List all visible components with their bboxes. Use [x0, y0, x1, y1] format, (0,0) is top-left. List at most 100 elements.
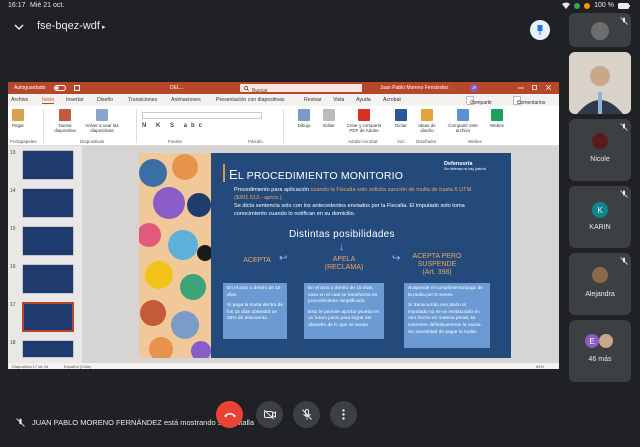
- pin-button[interactable]: [530, 20, 550, 40]
- room-details-arrow[interactable]: ▸: [102, 23, 106, 31]
- mic-toggle-button[interactable]: [293, 401, 320, 428]
- design-ideas-button[interactable]: Ideas de diseño: [416, 109, 438, 133]
- slide-intro: Procedimiento para aplicación cuando la …: [234, 186, 492, 218]
- zoom-level[interactable]: 64%: [536, 364, 544, 369]
- meeting-header: fse-bqez-wdf ▸: [0, 14, 560, 42]
- tab-inicio[interactable]: Inicio: [42, 97, 55, 104]
- arrow-down-icon: ↓: [339, 242, 344, 253]
- ribbon-toolbar: Pegar Nueva diapositiva Volver a usar la…: [8, 106, 559, 146]
- appeal-text-2: Esto le permite aportar prueba en un fut…: [308, 309, 380, 328]
- tab-vista[interactable]: Vista: [333, 97, 344, 103]
- new-slide-label: Nueva diapositiva: [54, 123, 76, 133]
- slide-thumbnail[interactable]: [22, 150, 74, 180]
- comments-button[interactable]: ▭ Comentarios: [513, 95, 545, 106]
- status-date: Mié 21 oct.: [30, 2, 65, 9]
- ppt-user-avatar[interactable]: JP: [470, 84, 478, 92]
- font-name-box[interactable]: [142, 112, 262, 119]
- tab-acrobat[interactable]: Acrobat: [383, 97, 401, 103]
- mic-off-icon: [620, 17, 628, 25]
- reuse-slides-button[interactable]: Volver a usar las diapositivas: [84, 109, 120, 133]
- maximize-icon[interactable]: [532, 85, 537, 90]
- tab-diseno[interactable]: Diseño: [97, 97, 113, 103]
- save-icon[interactable]: [74, 85, 80, 91]
- battery-percent: 100 %: [594, 2, 614, 9]
- phone-hangup-icon: [223, 413, 236, 418]
- more-participants-tile[interactable]: E 46 más: [569, 320, 631, 382]
- document-name[interactable]: DEL...: [170, 85, 184, 91]
- suspend-text-1: Suspende el cumplimiento/pago de la mult…: [408, 286, 483, 298]
- participant-name: Nicole: [590, 156, 610, 163]
- suspend-text-2: Si transcurrido ese plazo el imputado no…: [408, 303, 481, 335]
- slide-thumbnail-selected[interactable]: [22, 302, 74, 332]
- end-call-button[interactable]: [216, 401, 243, 428]
- logo-tagline: Sin defensa no hay justicia: [444, 167, 486, 171]
- tab-transiciones[interactable]: Transiciones: [128, 97, 157, 103]
- new-slide-button[interactable]: Nueva diapositiva: [52, 109, 78, 133]
- participant-avatar: [592, 267, 608, 283]
- close-icon[interactable]: [546, 85, 551, 90]
- group-webex: Webex: [468, 139, 482, 144]
- appeal-text-1: En el acto o dentro de 15 días, caso en …: [308, 286, 378, 305]
- dictate-button[interactable]: Dictar: [392, 109, 410, 128]
- current-slide[interactable]: EL PROCEDIMIENTO MONITORIO Defensoría Si…: [139, 153, 511, 358]
- paste-button[interactable]: Pegar: [10, 109, 26, 128]
- slide-thumbnail[interactable]: [22, 264, 74, 294]
- webex-button[interactable]: Webex: [488, 109, 506, 128]
- accept-box: En el acto o dentro de 15 días. Si paga …: [223, 283, 287, 339]
- slide-thumbnail-pane: 13 14 15 16 17 18: [8, 146, 82, 363]
- share-file-label: Compartir este archivo: [448, 123, 478, 133]
- intro-text: Procedimiento para aplicación: [234, 187, 311, 193]
- share-button[interactable]: ↗ Compartir: [466, 95, 492, 106]
- participant-avatar: K: [592, 202, 608, 218]
- create-pdf-button[interactable]: Crear y compartir PDF de Adobe: [342, 109, 386, 133]
- create-pdf-label: Crear y compartir PDF de Adobe: [346, 123, 382, 133]
- new-slide-icon: [59, 109, 71, 121]
- tab-ayuda[interactable]: Ayuda: [356, 97, 371, 103]
- tab-archivo[interactable]: Archivo: [11, 97, 28, 103]
- thumb-number: 16: [10, 264, 16, 270]
- minimize-icon[interactable]: [518, 86, 524, 90]
- more-options-button[interactable]: [330, 401, 357, 428]
- more-participants-count: 46 más: [588, 356, 612, 363]
- slide-thumbnail[interactable]: [22, 340, 74, 358]
- camera-toggle-button[interactable]: [256, 401, 283, 428]
- draw-button[interactable]: Dibujo: [295, 109, 313, 128]
- participant-tile[interactable]: K KARIN: [569, 186, 631, 248]
- participant-name: Alejandra: [585, 291, 615, 298]
- webex-icon: [491, 109, 503, 121]
- arrow-icon: ↩: [279, 253, 288, 264]
- camera-off-icon: [263, 410, 276, 419]
- share-file-icon: [457, 109, 469, 121]
- tab-animaciones[interactable]: Animaciones: [171, 97, 201, 103]
- ppt-status-bar: Diapositiva 17 de 18 Español (Chile) 64%: [8, 363, 559, 369]
- share-file-button[interactable]: Compartir este archivo: [444, 109, 482, 133]
- ppt-user-name: Juan Pablo Moreno Fernández: [380, 85, 449, 91]
- ppt-search-box[interactable]: Buscar: [240, 84, 362, 94]
- tab-presentacion[interactable]: Presentación con diapositivas: [216, 97, 285, 103]
- thumb-number: 13: [10, 150, 16, 156]
- mic-off-icon: [620, 123, 628, 131]
- edit-button[interactable]: Editar: [320, 109, 338, 128]
- accept-text-1: En el acto o dentro de 15 días.: [227, 286, 281, 298]
- participant-tile[interactable]: Alejandra: [569, 253, 631, 315]
- slide-thumbnail[interactable]: [22, 188, 74, 218]
- chevron-down-icon[interactable]: [14, 22, 24, 32]
- room-code[interactable]: fse-bqez-wdf: [37, 20, 100, 32]
- slide-thumbnail[interactable]: [22, 226, 74, 256]
- thumb-number: 15: [10, 226, 16, 232]
- thumb-number: 14: [10, 188, 16, 194]
- tab-insertar[interactable]: Insertar: [66, 97, 84, 103]
- group-paragraph: Párrafo: [248, 139, 263, 144]
- autosave-toggle-icon[interactable]: [54, 85, 66, 91]
- participant-tile[interactable]: Nicole: [569, 119, 631, 181]
- font-format-buttons[interactable]: N K S abc: [142, 123, 206, 129]
- tab-revisar[interactable]: Revisar: [304, 97, 322, 103]
- ppt-title-bar: Autoguardado DEL... Buscar Juan Pablo Mo…: [8, 82, 559, 94]
- language: Español (Chile): [64, 363, 92, 369]
- mic-off-icon: [620, 257, 628, 265]
- participant-name: KARIN: [589, 224, 611, 231]
- pdf-icon: [358, 109, 370, 121]
- mic-off-icon: [16, 418, 25, 427]
- participant-tile[interactable]: [569, 13, 631, 47]
- self-video-tile[interactable]: [569, 52, 631, 114]
